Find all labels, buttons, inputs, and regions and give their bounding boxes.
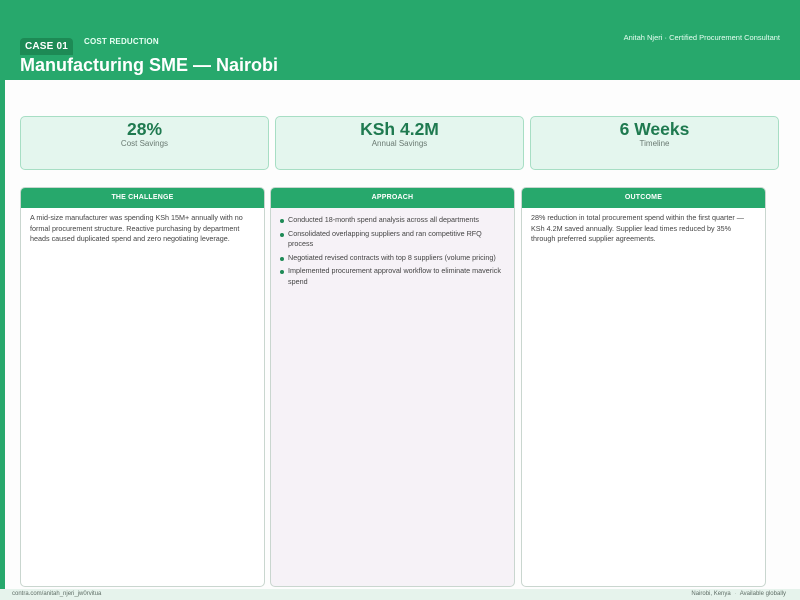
bullet-icon [280, 256, 284, 261]
approach-steps-list: Conducted 18-month spend analysis across… [280, 213, 505, 287]
challenge-heading: THE CHALLENGE [21, 188, 264, 208]
stat-card-annual-savings: KSh 4.2M Annual Savings [275, 116, 524, 170]
stat-value: 6 Weeks [619, 119, 690, 139]
approach-panel: APPROACH Conducted 18-month spend analys… [270, 187, 515, 587]
stat-value: 28% [126, 119, 163, 139]
approach-heading: APPROACH [271, 188, 514, 208]
challenge-text: A mid-size manufacturer was spending KSh… [30, 213, 243, 243]
case-tag: CASE 01 [20, 38, 73, 55]
footer-separator: · [734, 591, 737, 597]
stat-value: KSh 4.2M [360, 119, 439, 139]
footer-availability: Available globally [739, 591, 786, 597]
stat-card-timeline: 6 Weeks Timeline [530, 116, 779, 170]
approach-step: Negotiated revised contracts with top 8 … [280, 253, 505, 264]
header-banner: CASE 01 COST REDUCTION Anitah Njeri · Ce… [0, 0, 800, 80]
stat-label: Cost Savings [120, 139, 169, 148]
stat-label: Annual Savings [371, 139, 428, 148]
footer: contra.com/anitah_njeri_jw0rvitua Nairob… [0, 589, 800, 600]
approach-step: Conducted 18-month spend analysis across… [280, 215, 505, 226]
consultant-title: Certified Procurement Consultant [669, 33, 780, 42]
footer-location-info: Nairobi, Kenya · Available globally [691, 589, 786, 600]
challenge-panel: THE CHALLENGE A mid-size manufacturer wa… [20, 187, 265, 587]
footer-location: Nairobi, Kenya [691, 591, 731, 597]
approach-step: Consolidated overlapping suppliers and r… [280, 229, 505, 250]
outcome-heading: OUTCOME [522, 188, 765, 208]
bullet-icon [280, 219, 284, 223]
outcome-text: 28% reduction in total procurement spend… [531, 213, 744, 243]
stat-label: Timeline [639, 139, 670, 148]
approach-step: Implemented procurement approval workflo… [280, 266, 505, 287]
outcome-panel: OUTCOME 28% reduction in total procureme… [521, 187, 766, 587]
category-label: COST REDUCTION [84, 37, 159, 46]
bullet-icon [280, 270, 284, 274]
consultant-separator: · [664, 33, 668, 42]
bullet-icon [280, 232, 284, 237]
consultant-name: Anitah Njeri [623, 33, 663, 42]
footer-profile-link[interactable]: contra.com/anitah_njeri_jw0rvitua [12, 589, 101, 600]
page-title: Manufacturing SME — Nairobi [20, 55, 279, 75]
stat-card-cost-savings: 28% Cost Savings [20, 116, 269, 170]
consultant-info: Anitah Njeri · Certified Procurement Con… [624, 33, 780, 42]
